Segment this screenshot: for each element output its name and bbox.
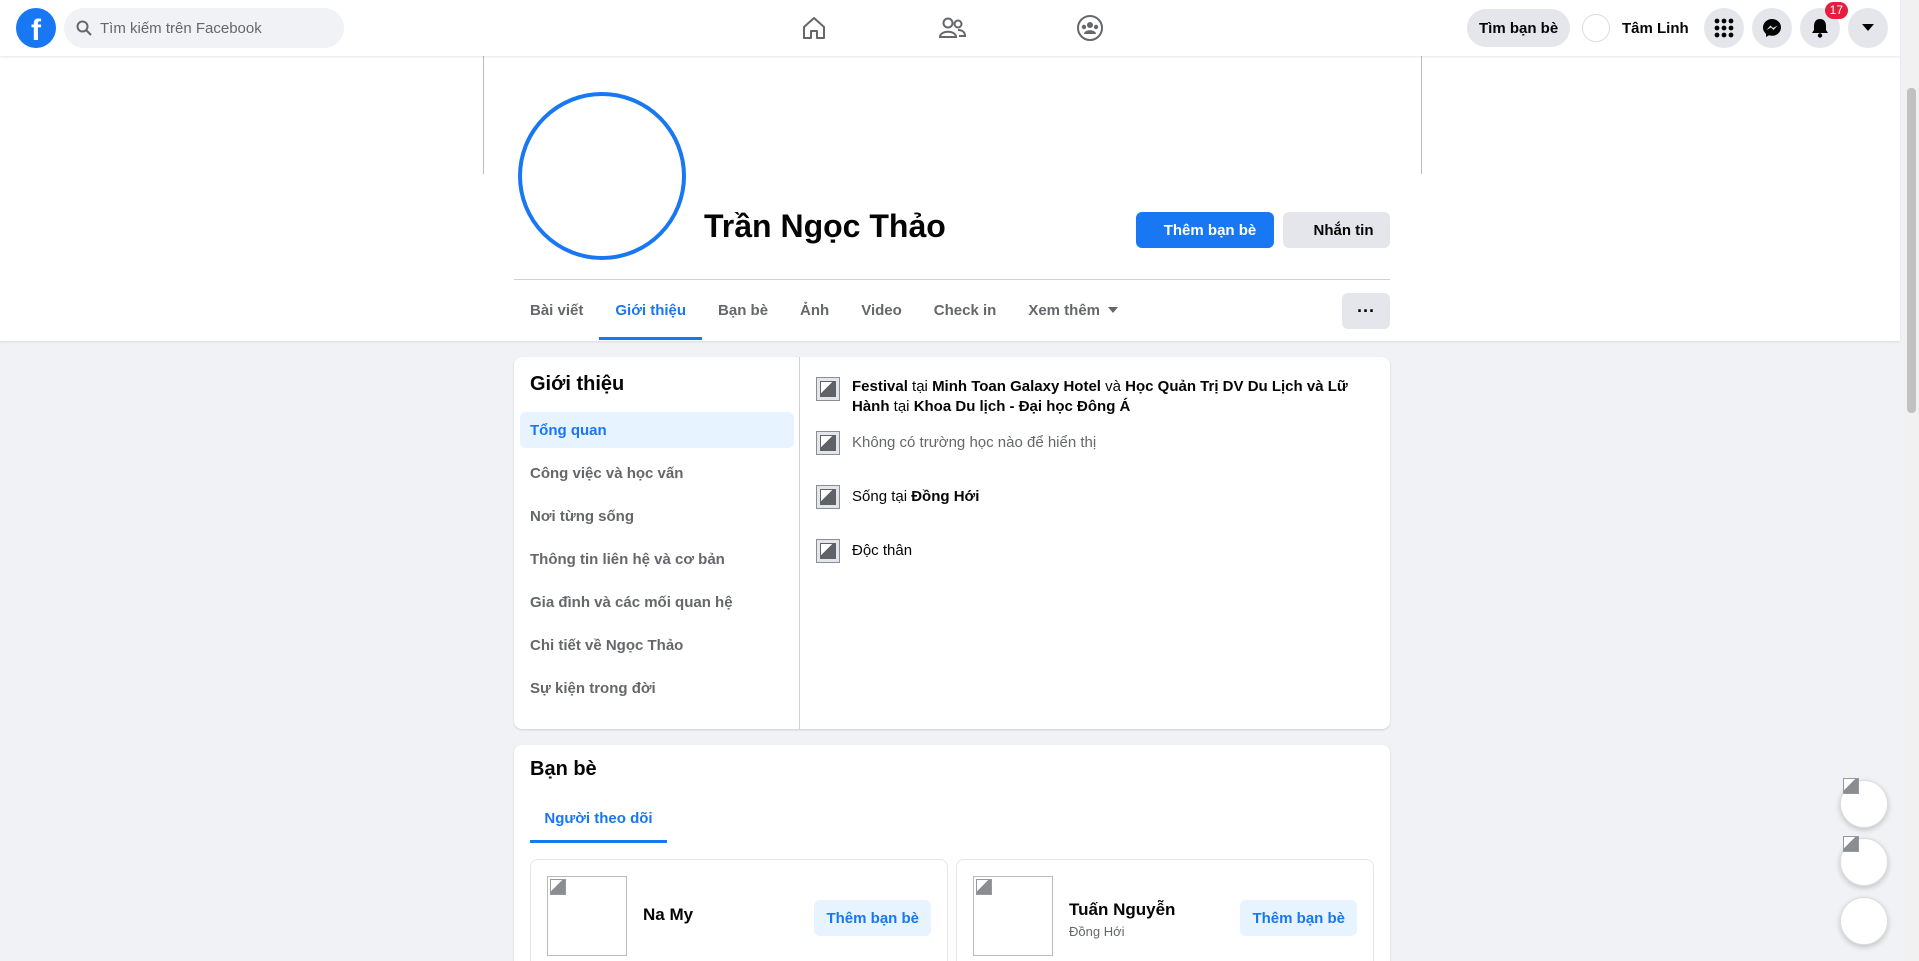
about-menu-life-events[interactable]: Sự kiện trong đời [520,670,794,706]
about-menu-family[interactable]: Gia đình và các mối quan hệ [520,584,794,620]
tab-about[interactable]: Giới thiệu [599,280,702,340]
add-friend-button[interactable]: Thêm bạn bè [1240,900,1357,936]
school-icon [816,431,840,455]
school-text: Không có trường học nào để hiển thị [852,434,1097,451]
add-friend-button[interactable]: Thêm bạn bè [1136,212,1274,248]
profile-header: Trần Ngọc Thảo Thêm bạn bè Nhắn tin Bài … [0,56,1900,341]
work-at: tại [912,378,928,395]
search-icon [76,20,92,36]
about-sidebar: Giới thiệu Tổng quan Công việc và học vấ… [514,357,800,729]
bell-icon [1812,19,1828,38]
lives-row: Sống tại Đồng Hới [816,485,1376,509]
about-menu-details[interactable]: Chi tiết về Ngọc Thảo [520,627,794,663]
about-card: Giới thiệu Tổng quan Công việc và học vấ… [514,357,1390,729]
friend-location: Đồng Hới [1069,924,1125,939]
work-row: Festival tại Minh Toan Galaxy Hotel và H… [816,377,1376,417]
cover-border [483,56,484,174]
tab-photos[interactable]: Ảnh [784,280,845,340]
profile-name: Trần Ngọc Thảo [704,208,946,244]
scrollbar-thumb[interactable] [1907,88,1916,413]
friends-card: Bạn bè Người theo dõi Na My Thêm bạn bè … [514,745,1390,961]
work-and: và [1105,378,1121,395]
friend-photo[interactable] [973,876,1053,956]
search-input[interactable] [100,19,320,37]
chat-head[interactable] [1840,778,1888,828]
tab-more[interactable]: Xem thêm [1012,280,1134,340]
work-role-link[interactable]: Festival [852,378,908,395]
tab-videos[interactable]: Video [845,280,918,340]
school-row: Không có trường học nào để hiển thị [816,431,1376,455]
friend-card: Tuấn Nguyễn Đồng Hới Thêm bạn bè [956,859,1374,961]
profile-tabs: Bài viết Giới thiệu Bạn bè Ảnh Video Che… [514,280,1134,340]
relationship-text: Độc thân [852,542,913,559]
friends-icon[interactable] [934,10,970,46]
tab-posts[interactable]: Bài viết [514,280,599,340]
profile-shortcut[interactable]: Tâm Linh [1582,13,1689,43]
friend-photo[interactable] [547,876,627,956]
relationship-row: Độc thân [816,539,1376,563]
tab-check-ins[interactable]: Check in [918,280,1013,340]
work-icon [816,377,840,401]
study-at: tại [893,398,910,415]
work-company-link[interactable]: Minh Toan Galaxy Hotel [932,378,1101,395]
work-text: Festival tại Minh Toan Galaxy Hotel và H… [852,377,1362,417]
caret-down-icon [1862,24,1874,31]
new-message-button[interactable] [1840,897,1888,945]
lives-city-link[interactable]: Đồng Hới [911,488,979,505]
home-icon[interactable] [796,10,832,46]
find-friends-button[interactable]: Tìm bạn bè [1467,9,1571,47]
friends-title: Bạn bè [530,758,597,780]
groups-icon[interactable] [1072,10,1108,46]
tab-friends[interactable]: Bạn bè [702,280,784,340]
about-menu-contact-info[interactable]: Thông tin liên hệ và cơ bản [520,541,794,577]
more-options-button[interactable]: ··· [1342,293,1390,329]
lives-prefix: Sống tại [852,488,908,505]
friend-card: Na My Thêm bạn bè [530,859,948,961]
about-title: Giới thiệu [530,373,625,395]
user-name: Tâm Linh [1622,19,1689,37]
friend-name[interactable]: Na My [643,905,693,925]
messenger-icon[interactable] [1752,8,1792,48]
tab-followers[interactable]: Người theo dõi [530,793,667,843]
about-menu-work-education[interactable]: Công việc và học vấn [520,455,794,491]
tab-more-label: Xem thêm [1028,301,1101,319]
profile-picture[interactable] [518,92,686,260]
about-menu-places[interactable]: Nơi từng sống [520,498,794,534]
message-button[interactable]: Nhắn tin [1283,212,1390,248]
notification-badge: 17 [1824,2,1848,19]
menu-grid-icon[interactable] [1704,8,1744,48]
home-location-icon [816,485,840,509]
top-navigation-bar: f Tìm bạn bè Tâm Linh 17 [0,0,1900,56]
notifications-button[interactable]: 17 [1800,2,1848,48]
heart-icon [816,539,840,563]
lives-text: Sống tại Đồng Hới [852,487,979,507]
about-menu-overview[interactable]: Tổng quan [520,412,794,448]
friend-name[interactable]: Tuấn Nguyễn [1069,900,1175,920]
add-friend-button[interactable]: Thêm bạn bè [814,900,931,936]
account-menu-button[interactable] [1848,8,1888,48]
cover-border [1421,56,1422,174]
school-link[interactable]: Khoa Du lịch - Đại học Đông Á [914,398,1131,415]
avatar [1582,14,1610,42]
facebook-logo-icon[interactable]: f [16,8,56,48]
about-overview: Festival tại Minh Toan Galaxy Hotel và H… [816,369,1376,563]
caret-down-icon [1108,307,1119,313]
chat-head[interactable] [1840,836,1888,886]
search-box[interactable] [64,8,344,48]
about-menu: Tổng quan Công việc và học vấn Nơi từng … [520,412,794,713]
